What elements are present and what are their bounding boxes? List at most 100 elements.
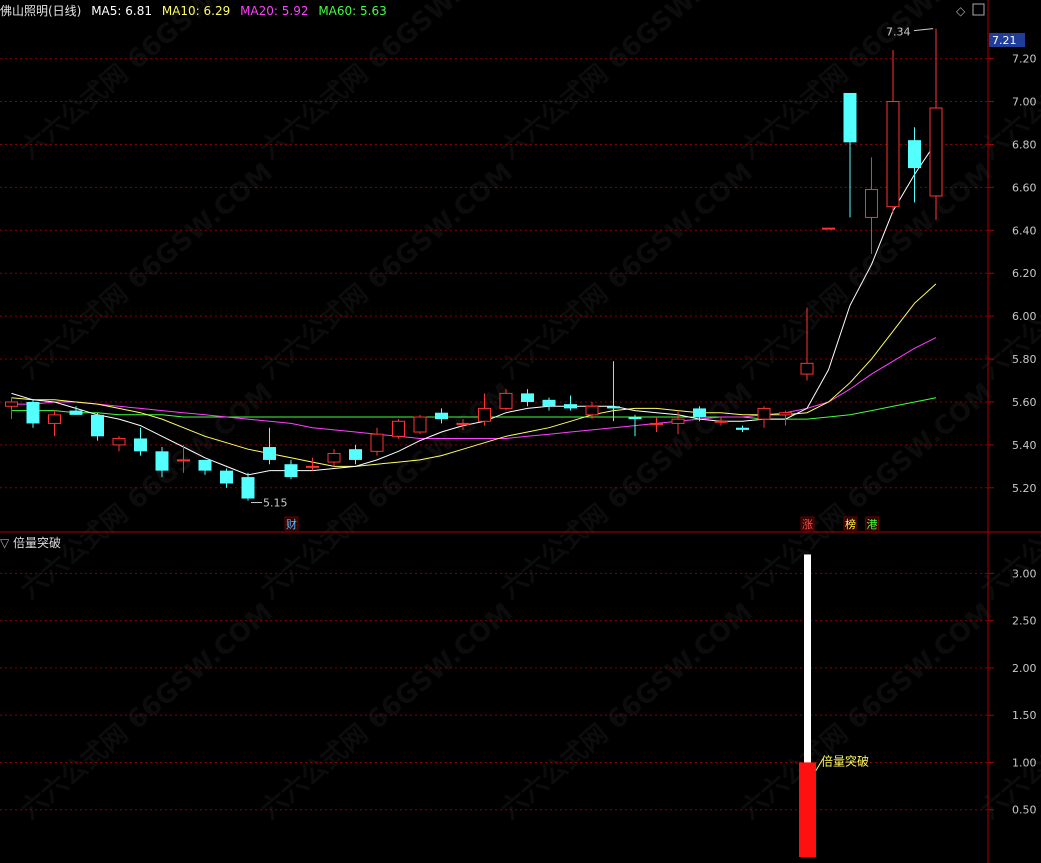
- candle: [112, 436, 126, 452]
- candle-body: [284, 464, 298, 478]
- candle-body: [177, 459, 190, 462]
- price-annotation: 7.34: [886, 26, 934, 39]
- event-marker: 涨: [800, 516, 815, 531]
- candle-body: [736, 427, 749, 430]
- candle: [91, 412, 104, 441]
- candle-body: [886, 101, 900, 208]
- marker-text: 财: [286, 517, 297, 531]
- candle-body: [220, 470, 233, 484]
- candle: [392, 419, 405, 439]
- current-price-tag: 7.21: [989, 33, 1025, 47]
- candle-body: [263, 447, 276, 460]
- candle-body: [650, 422, 663, 425]
- watermark-text: 六六公式网 66GSW.COM: [15, 0, 278, 165]
- y-tick-label: 2.50: [1012, 615, 1037, 628]
- y-tick-label: 5.80: [1012, 353, 1037, 366]
- diamond-icon[interactable]: ◇: [956, 4, 966, 18]
- watermark-text: 六六公式网 66GSW.COM: [15, 157, 278, 385]
- y-tick-label: 3.00: [1012, 567, 1037, 580]
- marker-text: 榜: [845, 517, 856, 531]
- candle: [564, 395, 577, 411]
- candle: [607, 361, 620, 422]
- marker-text: 港: [867, 518, 878, 531]
- y-tick-label: 5.40: [1012, 439, 1037, 452]
- candle: [198, 459, 212, 475]
- watermark-text: 六六公式网 66GSW.COM: [495, 157, 758, 385]
- price-annotation: 5.15: [251, 497, 288, 510]
- candle-body: [693, 408, 706, 417]
- candle-body: [392, 420, 405, 437]
- candle: [284, 459, 298, 480]
- candle-body: [521, 393, 534, 402]
- candle-body: [349, 449, 362, 460]
- candle-body: [822, 227, 835, 230]
- candle-body: [671, 418, 685, 424]
- event-marker: 财: [284, 516, 299, 531]
- y-tick-label: 6.40: [1012, 224, 1037, 237]
- y-tick-label: 6.00: [1012, 310, 1037, 323]
- y-tick-label: 1.50: [1012, 709, 1037, 722]
- candle-body: [628, 416, 642, 420]
- candle-body: [800, 362, 814, 375]
- watermark-text: 六六公式网 66GSW.COM: [495, 0, 758, 165]
- candle: [865, 157, 878, 254]
- candle-body: [478, 407, 491, 422]
- y-tick-label: 7.20: [1012, 53, 1037, 66]
- bar-top: [804, 554, 811, 763]
- y-tick-label: 7.00: [1012, 96, 1037, 109]
- top-right-icons[interactable]: ◇: [956, 3, 985, 18]
- candle-body: [69, 410, 83, 415]
- candle-body: [413, 416, 427, 433]
- candle-body: [865, 189, 878, 218]
- candle-body: [327, 452, 341, 463]
- candle-body: [908, 140, 921, 169]
- y-tick-label: 2.00: [1012, 662, 1037, 675]
- candle-body: [155, 451, 169, 471]
- candle-body: [843, 92, 857, 143]
- watermark-text: 六六公式网 66GSW.COM: [255, 0, 518, 165]
- candle: [736, 425, 749, 433]
- annotation-text: 7.34: [886, 26, 911, 39]
- candle: [757, 406, 771, 428]
- watermark-text: 六六公式网 66GSW.COM: [15, 597, 278, 825]
- candle: [241, 472, 255, 501]
- stock-chart[interactable]: 六六公式网 66GSW.COM六六公式网 66GSW.COM六六公式网 66GS…: [0, 0, 1041, 863]
- current-price-text: 7.21: [992, 34, 1017, 47]
- watermark-text: 六六公式网 66GSW.COM: [735, 597, 998, 825]
- y-tick-label: 1.00: [1012, 756, 1037, 769]
- candle: [822, 227, 835, 230]
- candle-body: [757, 407, 771, 420]
- candle-body: [929, 107, 943, 197]
- candle: [306, 457, 319, 471]
- window-box-icon[interactable]: [972, 3, 985, 16]
- candle-body: [607, 406, 620, 409]
- candle: [650, 416, 663, 433]
- candle-body: [112, 437, 126, 446]
- candle: [327, 449, 341, 467]
- y-tick-label: 6.20: [1012, 267, 1037, 280]
- candle-body: [542, 399, 556, 407]
- watermark-text: 六六公式网 66GSW.COM: [495, 597, 758, 825]
- candle: [843, 92, 857, 218]
- candle-body: [564, 404, 577, 409]
- candle: [779, 410, 792, 426]
- marker-text: 涨: [802, 518, 813, 531]
- watermark-text: 六六公式网 66GSW.COM: [255, 157, 518, 385]
- candle: [26, 399, 40, 428]
- watermark-text: 六六公式网 66GSW.COM: [735, 0, 998, 165]
- candle: [220, 468, 233, 488]
- candle: [413, 414, 427, 435]
- candle-body: [91, 414, 104, 437]
- candle: [349, 444, 362, 465]
- candle: [134, 427, 147, 456]
- candle-body: [779, 412, 792, 416]
- candle-body: [198, 459, 212, 471]
- candle: [908, 127, 921, 203]
- y-tick-label: 5.20: [1012, 482, 1037, 495]
- candle: [521, 389, 534, 407]
- bar-bottom: [799, 762, 816, 857]
- candle: [542, 397, 556, 411]
- candle: [5, 397, 18, 420]
- candle-body: [306, 465, 319, 468]
- candle-body: [435, 412, 448, 420]
